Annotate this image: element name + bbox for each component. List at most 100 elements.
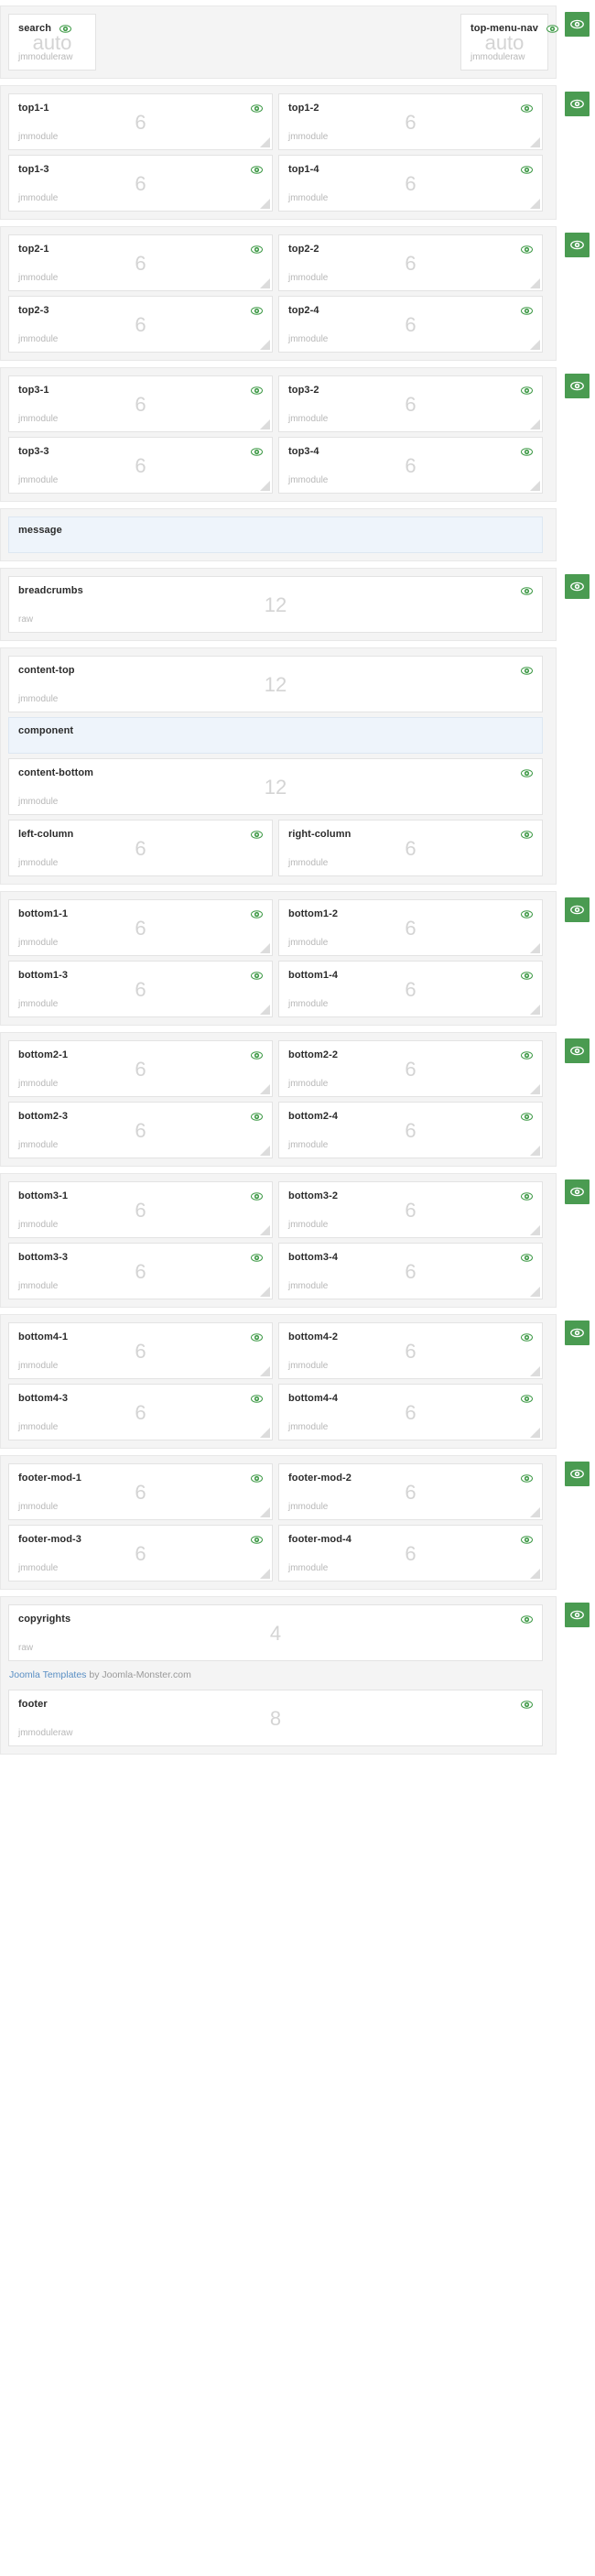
resize-grip-icon[interactable] — [529, 1365, 540, 1376]
resize-grip-icon[interactable] — [259, 1568, 270, 1579]
eye-icon[interactable] — [251, 244, 263, 255]
eye-icon[interactable] — [521, 1473, 533, 1484]
position-card-footer-mod-2[interactable]: footer-mod-26jmmodule — [278, 1463, 543, 1520]
resize-grip-icon[interactable] — [529, 1004, 540, 1015]
eye-icon[interactable] — [521, 164, 533, 176]
resize-grip-icon[interactable] — [529, 339, 540, 350]
group-visibility-toggle[interactable] — [565, 1321, 590, 1345]
position-card-breadcrumbs[interactable]: breadcrumbs12raw — [8, 576, 543, 633]
resize-grip-icon[interactable] — [529, 1286, 540, 1297]
group-visibility-toggle[interactable] — [565, 574, 590, 599]
position-card-bottom1-2[interactable]: bottom1-26jmmodule — [278, 899, 543, 956]
group-visibility-toggle[interactable] — [565, 1462, 590, 1486]
position-card-bottom4-1[interactable]: bottom4-16jmmodule — [8, 1322, 273, 1379]
eye-icon[interactable] — [251, 103, 263, 114]
position-card-right-column[interactable]: right-column6jmmodule — [278, 820, 543, 876]
resize-grip-icon[interactable] — [259, 1286, 270, 1297]
eye-icon[interactable] — [521, 244, 533, 255]
eye-icon[interactable] — [521, 103, 533, 114]
position-card-bottom4-2[interactable]: bottom4-26jmmodule — [278, 1322, 543, 1379]
position-card-top2-2[interactable]: top2-26jmmodule — [278, 234, 543, 291]
eye-icon[interactable] — [521, 1614, 533, 1625]
position-card-content-bottom[interactable]: content-bottom12jmmodule — [8, 758, 543, 815]
position-card-search[interactable]: searchautojmmoduleraw — [8, 14, 96, 71]
resize-grip-icon[interactable] — [259, 1224, 270, 1235]
eye-icon[interactable] — [521, 1331, 533, 1343]
eye-icon[interactable] — [60, 23, 71, 35]
position-card-top3-1[interactable]: top3-16jmmodule — [8, 375, 273, 432]
group-visibility-toggle[interactable] — [565, 374, 590, 398]
position-card-bottom4-4[interactable]: bottom4-46jmmodule — [278, 1384, 543, 1440]
eye-icon[interactable] — [251, 1252, 263, 1264]
eye-icon[interactable] — [251, 1111, 263, 1123]
eye-icon[interactable] — [251, 446, 263, 458]
resize-grip-icon[interactable] — [259, 1427, 270, 1438]
position-card-top1-1[interactable]: top1-16jmmodule — [8, 93, 273, 150]
position-card-bottom2-1[interactable]: bottom2-16jmmodule — [8, 1040, 273, 1097]
position-card-top3-4[interactable]: top3-46jmmodule — [278, 437, 543, 494]
resize-grip-icon[interactable] — [529, 1224, 540, 1235]
eye-icon[interactable] — [251, 1473, 263, 1484]
eye-icon[interactable] — [251, 1190, 263, 1202]
eye-icon[interactable] — [521, 1049, 533, 1061]
joomla-templates-link[interactable]: Joomla Templates — [9, 1669, 86, 1680]
eye-icon[interactable] — [251, 1534, 263, 1546]
position-card-left-column[interactable]: left-column6jmmodule — [8, 820, 273, 876]
position-card-footer[interactable]: footer8jmmoduleraw — [8, 1690, 543, 1746]
resize-grip-icon[interactable] — [259, 1145, 270, 1156]
position-card-content-top[interactable]: content-top12jmmodule — [8, 656, 543, 712]
position-card-bottom2-2[interactable]: bottom2-26jmmodule — [278, 1040, 543, 1097]
eye-icon[interactable] — [251, 829, 263, 841]
position-card-bottom1-4[interactable]: bottom1-46jmmodule — [278, 961, 543, 1017]
group-visibility-toggle[interactable] — [565, 1603, 590, 1627]
resize-grip-icon[interactable] — [529, 1568, 540, 1579]
resize-grip-icon[interactable] — [259, 277, 270, 288]
eye-icon[interactable] — [546, 23, 558, 35]
eye-icon[interactable] — [251, 908, 263, 920]
group-visibility-toggle[interactable] — [565, 12, 590, 37]
position-card-bottom1-1[interactable]: bottom1-16jmmodule — [8, 899, 273, 956]
resize-grip-icon[interactable] — [529, 136, 540, 147]
eye-icon[interactable] — [251, 1393, 263, 1405]
position-card-bottom2-4[interactable]: bottom2-46jmmodule — [278, 1102, 543, 1158]
resize-grip-icon[interactable] — [529, 277, 540, 288]
position-card-bottom2-3[interactable]: bottom2-36jmmodule — [8, 1102, 273, 1158]
group-visibility-toggle[interactable] — [565, 1038, 590, 1063]
resize-grip-icon[interactable] — [259, 1083, 270, 1094]
resize-grip-icon[interactable] — [529, 1083, 540, 1094]
position-card-bottom3-2[interactable]: bottom3-26jmmodule — [278, 1181, 543, 1238]
resize-grip-icon[interactable] — [259, 480, 270, 491]
group-visibility-toggle[interactable] — [565, 897, 590, 922]
eye-icon[interactable] — [521, 585, 533, 597]
resize-grip-icon[interactable] — [529, 1145, 540, 1156]
position-card-top-menu-nav[interactable]: top-menu-navautojmmoduleraw — [460, 14, 548, 71]
position-card-footer-mod-4[interactable]: footer-mod-46jmmodule — [278, 1525, 543, 1581]
position-card-top3-2[interactable]: top3-26jmmodule — [278, 375, 543, 432]
group-visibility-toggle[interactable] — [565, 92, 590, 116]
resize-grip-icon[interactable] — [259, 339, 270, 350]
resize-grip-icon[interactable] — [529, 1427, 540, 1438]
group-visibility-toggle[interactable] — [565, 233, 590, 257]
position-card-top2-1[interactable]: top2-16jmmodule — [8, 234, 273, 291]
eye-icon[interactable] — [521, 385, 533, 397]
eye-icon[interactable] — [251, 1049, 263, 1061]
position-card-top1-3[interactable]: top1-36jmmodule — [8, 155, 273, 212]
eye-icon[interactable] — [251, 970, 263, 982]
resize-grip-icon[interactable] — [529, 418, 540, 429]
eye-icon[interactable] — [251, 164, 263, 176]
position-card-bottom3-3[interactable]: bottom3-36jmmodule — [8, 1243, 273, 1299]
position-card-copyrights[interactable]: copyrights4raw — [8, 1604, 543, 1661]
eye-icon[interactable] — [521, 908, 533, 920]
position-card-bottom3-1[interactable]: bottom3-16jmmodule — [8, 1181, 273, 1238]
resize-grip-icon[interactable] — [529, 198, 540, 209]
eye-icon[interactable] — [521, 1393, 533, 1405]
position-card-top2-4[interactable]: top2-46jmmodule — [278, 296, 543, 353]
resize-grip-icon[interactable] — [259, 1004, 270, 1015]
eye-icon[interactable] — [521, 446, 533, 458]
resize-grip-icon[interactable] — [259, 418, 270, 429]
eye-icon[interactable] — [251, 305, 263, 317]
eye-icon[interactable] — [521, 665, 533, 677]
eye-icon[interactable] — [521, 1111, 533, 1123]
resize-grip-icon[interactable] — [259, 1365, 270, 1376]
eye-icon[interactable] — [521, 970, 533, 982]
